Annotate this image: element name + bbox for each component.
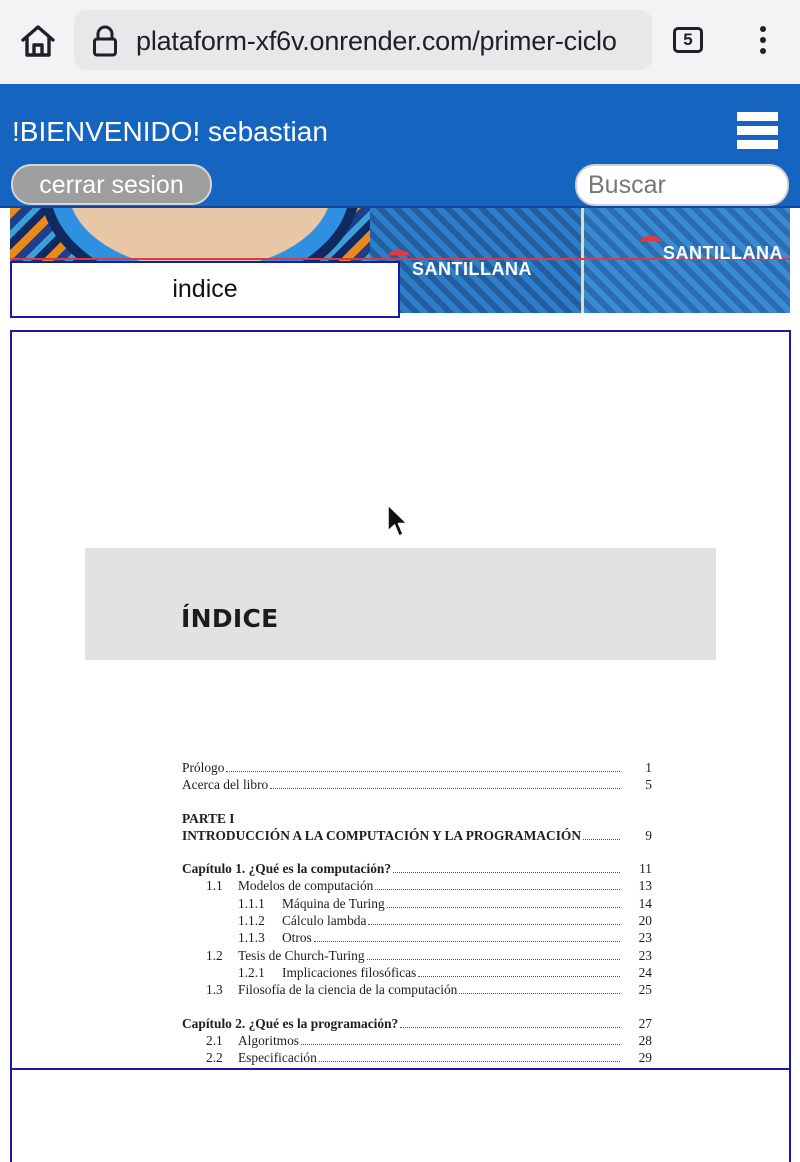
logout-button[interactable]: cerrar sesion (11, 164, 212, 205)
table-of-contents: Prólogo 1 Acerca del libro 5 PARTE I INTRO… (182, 760, 652, 1067)
toc-entry: 1.2 Tesis de Church-Turing 23 (182, 947, 652, 965)
toc-chapter: Capítulo 1. ¿Qué es la computación? 11 (182, 861, 652, 878)
tabs-icon[interactable]: 5 (673, 27, 703, 53)
toc-entry: 1.1 Modelos de computación 13 (182, 878, 652, 895)
search-input[interactable] (575, 164, 789, 206)
home-icon[interactable] (18, 22, 58, 60)
lock-icon (92, 25, 118, 57)
brand-logo-text: SANTILLANA (412, 259, 532, 279)
index-heading-band: ÍNDICE (85, 548, 716, 660)
toc-entry: 1.2.1 Implicaciones filosóficas 24 (182, 964, 652, 982)
toc-part-heading: PARTE I (182, 810, 235, 826)
address-bar[interactable]: plataform-xf6v.onrender.com/primer-ciclo (74, 10, 652, 70)
tab-indice[interactable]: indice (10, 261, 400, 318)
toc-entry: 1.1.2 Cálculo lambda 20 (182, 913, 652, 930)
banner-divider (581, 208, 584, 313)
welcome-message: !BIENVENIDO! sebastian (12, 116, 328, 147)
toc-entry: Acerca del libro 5 (182, 777, 652, 794)
hamburger-menu-icon[interactable] (737, 112, 778, 154)
toc-chapter: Capítulo 2. ¿Qué es la programación? 27 (182, 1015, 652, 1032)
document-viewer[interactable]: ÍNDICE Prólogo 1 Acerca del libro 5 PARTE … (10, 330, 791, 1070)
brand-logo-text: SANTILLANA (663, 243, 783, 263)
document-viewer-next-page[interactable] (10, 1068, 791, 1162)
index-heading: ÍNDICE (181, 604, 279, 633)
browser-toolbar: plataform-xf6v.onrender.com/primer-ciclo… (0, 0, 800, 84)
toc-entry: 1.1.3 Otros 23 (182, 930, 652, 947)
toc-entry: 1.1.1 Máquina de Turing 14 (182, 895, 652, 913)
toc-entry: 2.2 Especificación 29 (182, 1050, 652, 1067)
toc-entry: 2.1 Algoritmos 28 (182, 1032, 652, 1050)
toc-entry: 1.3 Filosofía de la ciencia de la computa… (182, 982, 652, 999)
more-vert-icon[interactable] (755, 22, 771, 62)
site-header: !BIENVENIDO! sebastian cerrar sesion (0, 84, 800, 208)
brand-logo-icon (640, 236, 662, 248)
mouse-pointer-icon (386, 503, 410, 539)
toc-entry: Prólogo 1 (182, 760, 652, 776)
url-text: plataform-xf6v.onrender.com/primer-ciclo (136, 26, 617, 56)
toc-entry: INTRODUCCIÓN A LA COMPUTACIÓN Y LA PROGR… (182, 827, 652, 844)
